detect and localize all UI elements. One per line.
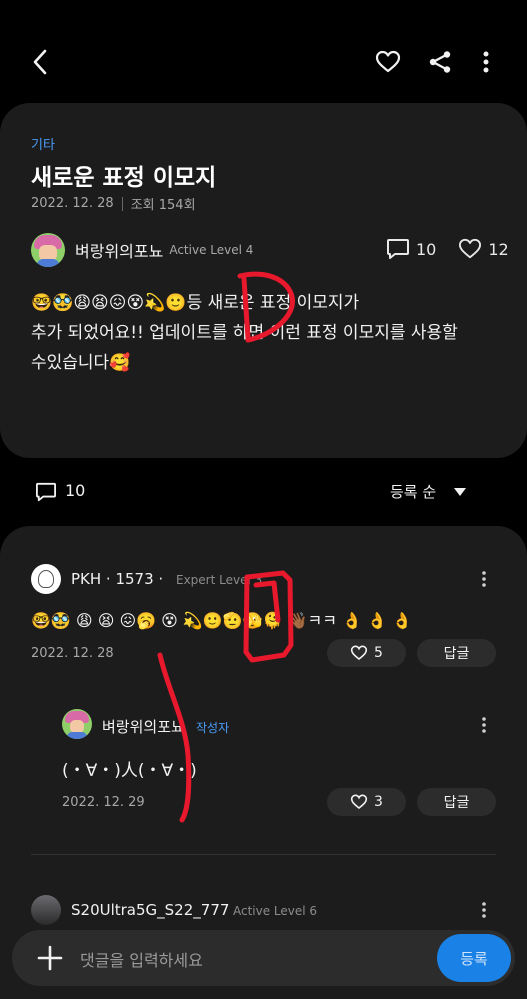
- post-category[interactable]: 기타: [31, 134, 55, 153]
- author-badge: 작성자: [196, 721, 230, 735]
- post-body-line-2: 추가 되었어요!! 업데이트를 하면 이런 표정 이모지를 사용할: [31, 323, 458, 343]
- post-title: 새로운 표정 이모지: [31, 165, 217, 191]
- avatar[interactable]: [31, 895, 61, 925]
- plus-icon[interactable]: [36, 944, 64, 972]
- reply-author-name[interactable]: 벼랑위의포뇨: [102, 716, 185, 737]
- more-vertical-icon[interactable]: [474, 567, 494, 591]
- post-meta: 2022. 12. 28 조회 154회: [31, 194, 196, 213]
- chevron-down-icon[interactable]: [454, 487, 467, 496]
- more-vertical-icon[interactable]: [474, 713, 494, 737]
- more-vertical-icon[interactable]: [474, 898, 494, 922]
- avatar[interactable]: [62, 709, 92, 739]
- comment-divider: [31, 854, 496, 855]
- sort-dropdown[interactable]: 등록 순: [390, 481, 467, 502]
- submit-button[interactable]: 등록: [437, 934, 511, 982]
- comment-like-button[interactable]: 5: [327, 639, 406, 667]
- heart-icon: [350, 645, 368, 661]
- like-heart-icon[interactable]: [458, 238, 482, 260]
- heart-icon: [350, 794, 368, 810]
- comments-header: 10 등록 순: [0, 476, 527, 508]
- comment-author-name[interactable]: PKH · 1573 ·: [71, 570, 163, 588]
- reply-text: (・∀・)人(・∀・): [62, 761, 197, 781]
- reply-date: 2022. 12. 29: [62, 795, 145, 810]
- reply-like-button[interactable]: 3: [327, 788, 406, 816]
- like-count: 12: [488, 239, 509, 259]
- heart-icon[interactable]: [366, 40, 410, 84]
- avatar[interactable]: [31, 233, 65, 267]
- comments-count: 10: [65, 481, 86, 500]
- author-name[interactable]: 벼랑위의포뇨: [75, 238, 163, 262]
- meta-divider: [121, 196, 123, 211]
- comment-date: 2022. 12. 28: [31, 646, 114, 661]
- comment-icon: [387, 239, 409, 259]
- comment-author-level: Active Level 6: [233, 904, 318, 918]
- post-views: 조회 154회: [130, 198, 196, 213]
- more-vertical-icon[interactable]: [464, 40, 508, 84]
- post-body-line-1: 🤓🥸😩😫😖😵💫🙂등 새로운 표정 이모지가: [31, 288, 501, 318]
- post-date: 2022. 12. 28: [31, 196, 114, 211]
- share-icon[interactable]: [418, 40, 462, 84]
- post-body-text-1: 등 새로운 표정 이모지가: [186, 293, 360, 313]
- reply-button[interactable]: 답글: [417, 639, 496, 667]
- comment-icon: [36, 482, 56, 502]
- post-body: 🤓🥸😩😫😖😵💫🙂등 새로운 표정 이모지가 추가 되었어요!! 업데이트를 하면…: [31, 288, 501, 378]
- sort-label[interactable]: 등록 순: [390, 481, 436, 502]
- post-stats: 10 12: [386, 238, 509, 260]
- avatar[interactable]: [31, 564, 61, 594]
- comment-count: 10: [416, 239, 437, 259]
- post-author[interactable]: 벼랑위의포뇨 Active Level 4: [31, 232, 253, 268]
- author-level: Active Level 4: [169, 243, 254, 257]
- comment-author-name[interactable]: S20Ultra5G_S22_777: [71, 901, 229, 919]
- comment-input-bar: 댓글을 입력하세요 등록: [12, 930, 515, 986]
- post-card: [0, 103, 527, 458]
- comment-input[interactable]: 댓글을 입력하세요: [80, 947, 203, 971]
- reply-label: 답글: [443, 795, 470, 811]
- comment-author-level: Expert Level 3: [176, 573, 263, 587]
- comment-like-count: 5: [374, 645, 383, 661]
- comment-text: 🤓🥸 😩 😫 😖🥱 😵 💫🙂🫡🫣🫠 👋🏾ㅋㅋ 👌 👌 👌: [31, 611, 412, 630]
- back-arrow-icon[interactable]: [18, 40, 62, 84]
- reply-label: 답글: [443, 646, 470, 662]
- top-app-bar: [0, 0, 527, 110]
- reply-button[interactable]: 답글: [417, 788, 496, 816]
- post-emojis: 🤓🥸😩😫😖😵💫🙂: [31, 293, 187, 313]
- post-body-line-3: 수있습니다🥰: [31, 353, 131, 373]
- reply-like-count: 3: [374, 794, 383, 810]
